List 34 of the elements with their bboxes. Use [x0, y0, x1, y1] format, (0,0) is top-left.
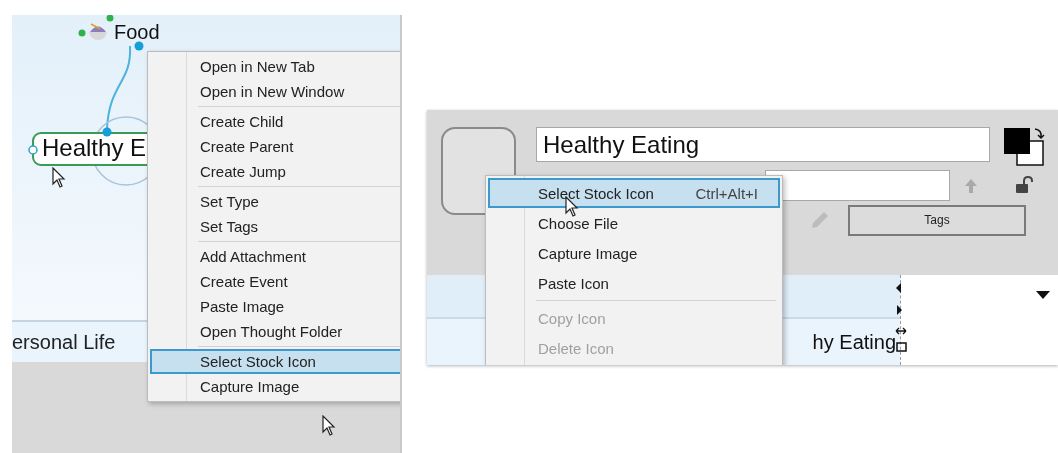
- title-field[interactable]: Healthy Eating: [536, 127, 990, 162]
- map-label: ersonal Life: [12, 330, 116, 354]
- menu-item[interactable]: Select Stock Icon Ctrl+Alt+I: [488, 178, 780, 208]
- menu-item[interactable]: Add Attachment: [150, 244, 400, 269]
- menu-item[interactable]: Open Thought Folder: [150, 319, 400, 344]
- node-label[interactable]: Food: [114, 21, 160, 44]
- color-swatch-icon[interactable]: [1003, 127, 1045, 167]
- menu-item[interactable]: Create Event: [150, 269, 400, 294]
- tags-button[interactable]: Tags: [848, 204, 1026, 236]
- bowl-icon: [78, 15, 114, 41]
- menu-item[interactable]: Open in New Tab: [150, 54, 400, 79]
- lock-icon[interactable]: [1015, 176, 1033, 194]
- menu-item[interactable]: Capture Image: [150, 374, 400, 399]
- menu-item[interactable]: Select Stock Icon: [150, 349, 400, 374]
- menu-item[interactable]: Open in New Window: [150, 79, 400, 104]
- cursor-icon: [52, 167, 66, 188]
- menu-item[interactable]: Paste Image: [150, 294, 400, 319]
- menu-item[interactable]: Set Type: [150, 189, 400, 214]
- menu-item[interactable]: Create Jump: [150, 159, 400, 184]
- menu-item[interactable]: Capture Image: [488, 238, 780, 268]
- menu-item[interactable]: Create Child: [150, 109, 400, 134]
- handle-icon[interactable]: [102, 127, 112, 137]
- text-field[interactable]: [765, 170, 950, 201]
- menu-item[interactable]: Set Tags: [150, 214, 400, 239]
- handle-icon[interactable]: [28, 145, 38, 155]
- dropdown-arrow-icon[interactable]: [1036, 291, 1050, 299]
- handle-icon[interactable]: [134, 41, 144, 51]
- menu-item[interactable]: Create Parent: [150, 134, 400, 159]
- shortcut-text: Ctrl+Alt+I: [695, 184, 758, 202]
- cursor-icon: [322, 415, 336, 436]
- menu-item[interactable]: Choose File: [488, 208, 780, 238]
- node-label[interactable]: Healthy E: [42, 134, 147, 162]
- menu-item[interactable]: Paste Icon: [488, 268, 780, 298]
- map-label: hy Eating: [812, 330, 896, 354]
